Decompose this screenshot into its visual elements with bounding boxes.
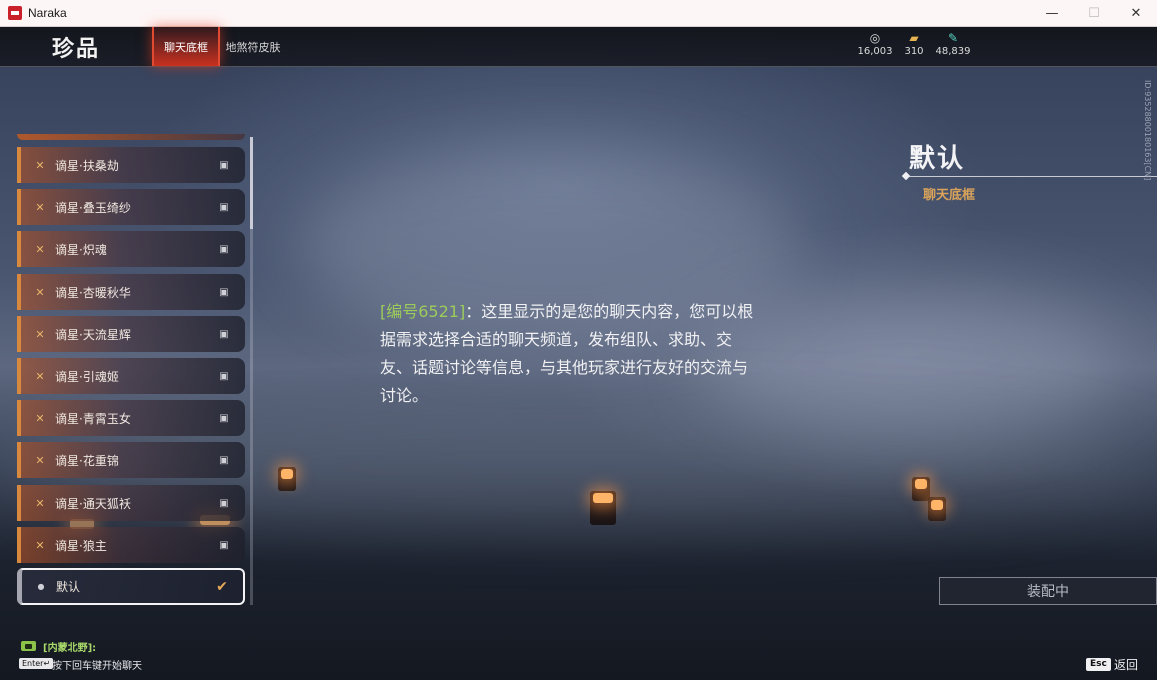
esc-key-hint[interactable]: Esc (1086, 658, 1111, 671)
crossed-swords-icon: ✕ (35, 496, 45, 510)
lock-icon: ▣ (219, 243, 229, 255)
crossed-swords-icon: ✕ (35, 285, 45, 299)
close-button[interactable]: ✕ (1115, 0, 1157, 26)
selected-item-name: 默认 (909, 144, 966, 174)
list-item-label: 谪星·天流星辉 (55, 327, 131, 342)
lantern-light (915, 479, 927, 489)
crossed-swords-icon: ✕ (35, 327, 45, 341)
page-title: 珍品 (52, 37, 101, 62)
lantern-light (593, 493, 613, 503)
list-item-label: 谪星·扶桑劫 (55, 158, 119, 173)
list-item[interactable]: ✕ 谪星·引魂姬 ▣ (17, 358, 245, 394)
player-id-watermark: ID:93528800180163[CN] (1143, 80, 1152, 181)
currency-value: 310 (904, 46, 924, 57)
chat-preview-text: [编号6521]：这里显示的是您的聊天内容，您可以根据需求选择合适的聊天频道，发… (380, 298, 760, 410)
list-item[interactable]: ✕ 谪星·扶桑劫 ▣ (17, 147, 245, 183)
lock-icon: ▣ (219, 328, 229, 340)
lock-icon: ▣ (219, 497, 229, 509)
crossed-swords-icon: ✕ (35, 411, 45, 425)
window-titlebar: Naraka — ☐ ✕ (0, 0, 1157, 27)
list-item-label: 谪星·炽魂 (55, 242, 107, 257)
list-item-label: 谪星·杏暖秋华 (55, 285, 131, 300)
coin-stack-icon: ◎ (869, 31, 881, 45)
tab-chat-frame[interactable]: 聊天底框 (152, 27, 220, 66)
list-item[interactable]: ✕ 谪星·天流星辉 ▣ (17, 316, 245, 352)
crossed-swords-icon: ✕ (35, 453, 45, 467)
list-item[interactable]: ✕ 谪星·炽魂 ▣ (17, 231, 245, 267)
window-controls: — ☐ ✕ (1031, 0, 1157, 26)
crossed-swords-icon: ✕ (35, 369, 45, 383)
chat-channel-label[interactable]: [内蒙北野]: (43, 639, 96, 654)
back-button[interactable]: 返回 (1114, 656, 1138, 673)
window-title: Naraka (28, 6, 67, 20)
maximize-button[interactable]: ☐ (1073, 0, 1115, 26)
list-item[interactable]: ✕ 谪星·狼主 ▣ (17, 527, 245, 563)
selected-item-type: 聊天底框 (923, 188, 976, 203)
lock-icon: ▣ (219, 159, 229, 171)
currency-value: 16,003 (857, 46, 893, 57)
lock-icon: ▣ (219, 454, 229, 466)
list-item-label: 谪星·花重锦 (55, 453, 119, 468)
lock-icon: ▣ (219, 412, 229, 424)
gold-ingot-icon: ▰ (909, 31, 919, 45)
currency-gold: ▰ 310 (892, 31, 936, 57)
currency-value: 48,839 (935, 46, 971, 57)
minimize-button[interactable]: — (1031, 0, 1073, 26)
lock-icon: ▣ (219, 539, 229, 551)
crossed-swords-icon: ✕ (35, 242, 45, 256)
checkmark-icon: ✔ (216, 578, 228, 595)
currency-coins: ◎ 16,003 (853, 31, 897, 57)
list-item[interactable]: ✕ 谪星·叠玉绮纱 ▣ (17, 189, 245, 225)
chat-hint-text: 按下回车键开始聊天 (52, 661, 142, 672)
detail-divider (906, 176, 1157, 177)
lock-icon: ▣ (219, 370, 229, 382)
list-item-label: 谪星·通天狐袄 (55, 496, 131, 511)
list-item[interactable]: ✕ 谪星·通天狐袄 ▣ (17, 485, 245, 521)
top-nav-bar: 珍品 聊天底框 地煞符皮肤 ◎ 16,003 ▰ 310 ✎ 48,839 (0, 27, 1157, 67)
feather-icon: ✎ (947, 31, 959, 45)
lantern-light (281, 469, 293, 479)
list-scroll-thumb[interactable] (250, 137, 253, 229)
lantern-light (931, 500, 943, 510)
list-item-default[interactable]: ● 默认 ✔ (17, 568, 245, 605)
lock-icon: ▣ (219, 201, 229, 213)
list-item-label: 默认 (56, 580, 81, 594)
crossed-swords-icon: ✕ (35, 538, 45, 552)
app-logo-icon (8, 6, 22, 20)
chat-channel-icon (21, 641, 36, 651)
crossed-swords-icon: ✕ (35, 158, 45, 172)
crossed-swords-icon: ✕ (35, 200, 45, 214)
list-item-label: 谪星·引魂姬 (55, 369, 119, 384)
dot-icon: ● (37, 582, 45, 591)
currency-feather: ✎ 48,839 (931, 31, 975, 57)
list-item-partial (17, 134, 245, 140)
tab-talisman-skin[interactable]: 地煞符皮肤 (222, 27, 284, 66)
list-item-label: 谪星·狼主 (55, 538, 107, 553)
list-item-label: 谪星·青霄玉女 (55, 411, 131, 426)
list-item[interactable]: ✕ 谪星·杏暖秋华 ▣ (17, 274, 245, 310)
lock-icon: ▣ (219, 286, 229, 298)
equip-button[interactable]: 装配中 (939, 577, 1157, 605)
preview-player-tag: [编号6521] (380, 302, 466, 321)
list-item-label: 谪星·叠玉绮纱 (55, 200, 131, 215)
list-item[interactable]: ✕ 谪星·花重锦 ▣ (17, 442, 245, 478)
enter-key-hint: Enter↵ (19, 658, 54, 669)
list-item[interactable]: ✕ 谪星·青霄玉女 ▣ (17, 400, 245, 436)
